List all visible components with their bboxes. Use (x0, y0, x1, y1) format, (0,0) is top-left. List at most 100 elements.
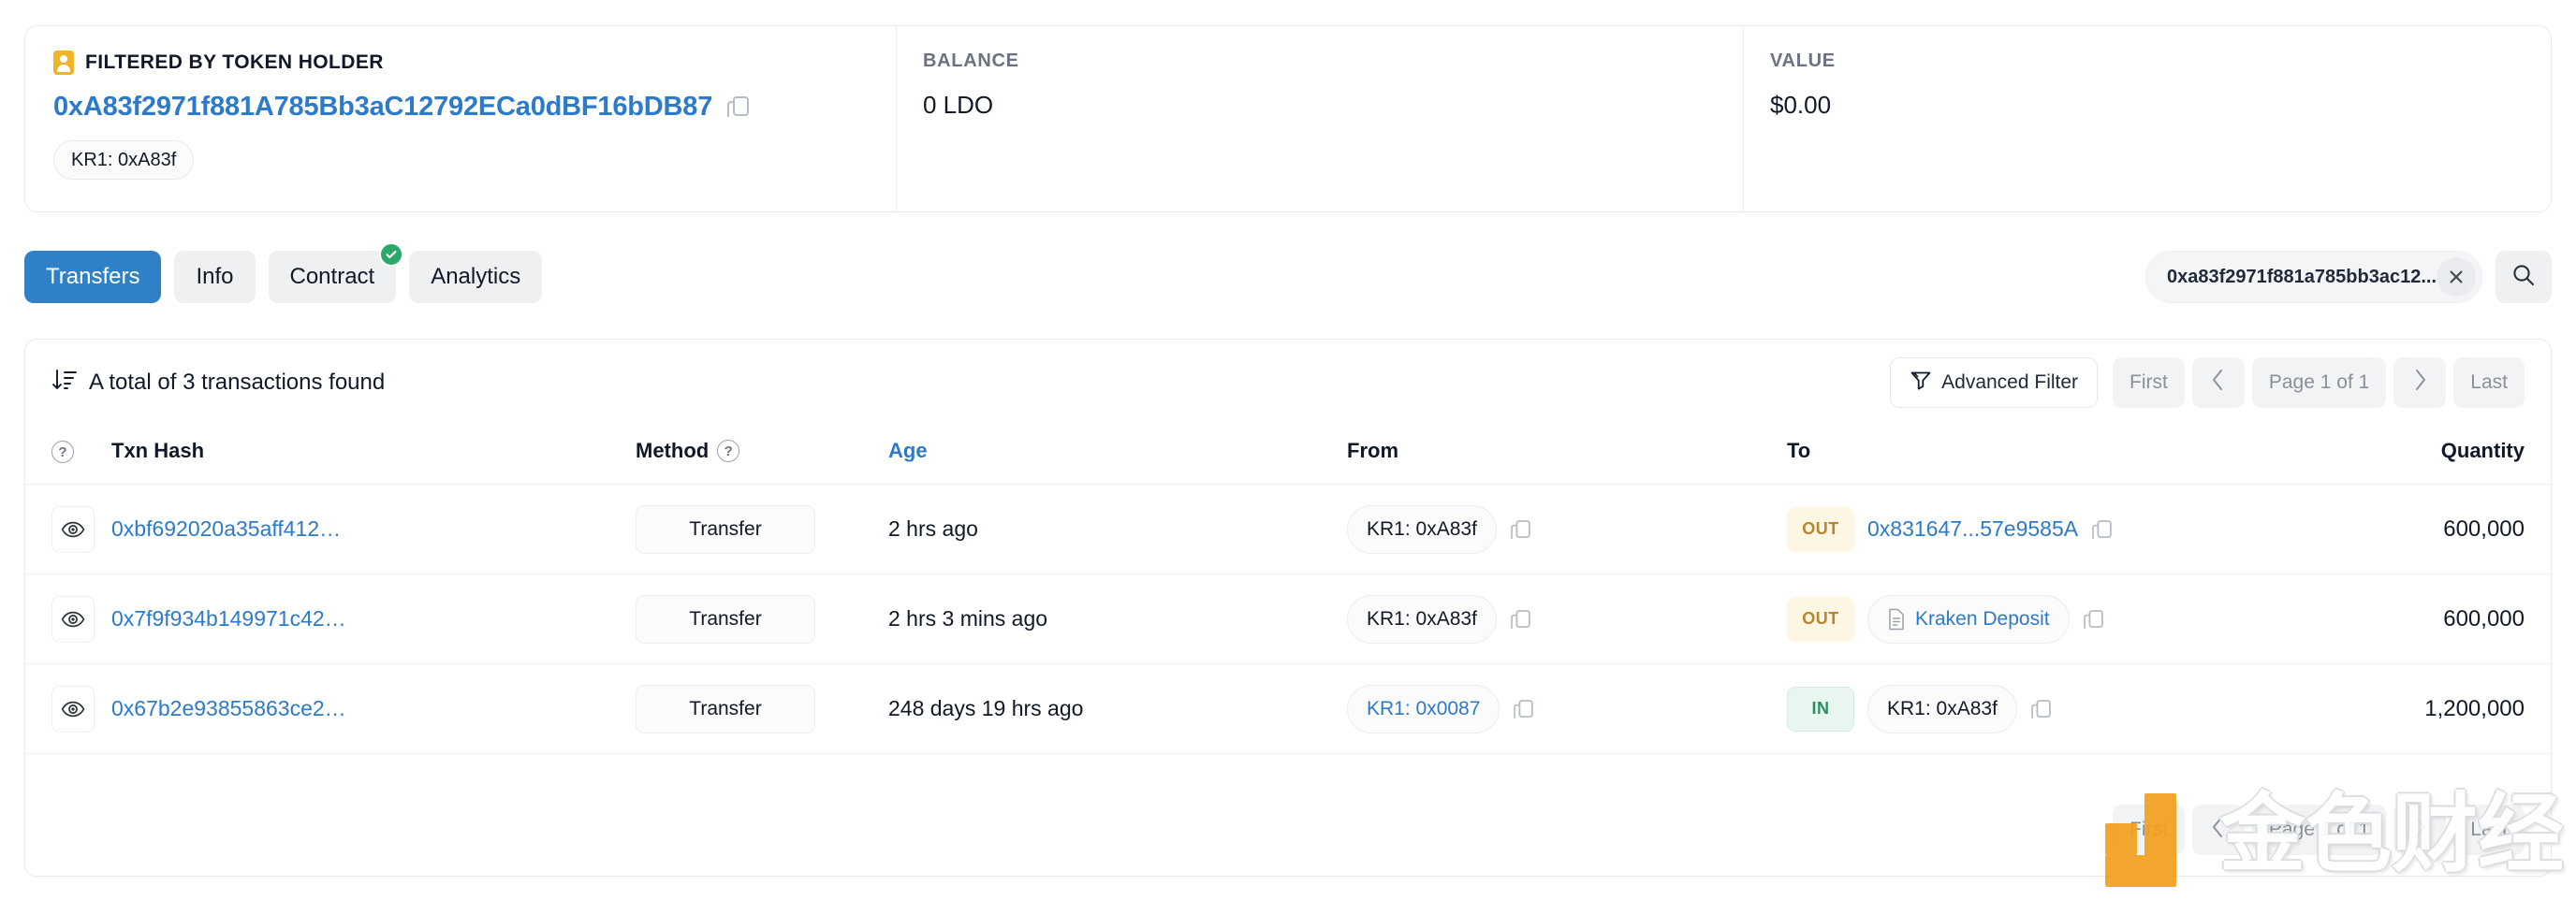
th-quantity: Quantity (2311, 426, 2551, 486)
token-holder-card: FILTERED BY TOKEN HOLDER 0xA83f2971f881A… (24, 25, 2552, 212)
tab-contract[interactable]: Contract (268, 242, 404, 303)
table-header-row: ? Txn Hash Method ? Age From To Quantity (25, 426, 2551, 486)
cell-preview (25, 484, 111, 575)
pagination-first-button[interactable]: First (2113, 357, 2185, 408)
search-input[interactable]: 0xa83f2971f881a785bb3ac12... (2145, 251, 2482, 303)
cell-age: 248 days 19 hrs ago (888, 663, 1347, 755)
bottom-pagination-prev-button[interactable] (2191, 805, 2245, 855)
direction-badge: OUT (1787, 506, 1854, 552)
to-named-entity-pill[interactable]: Kraken Deposit (1867, 594, 2070, 644)
cell-method: Transfer (636, 663, 888, 755)
quantity-value: 1,200,000 (2424, 695, 2525, 721)
txn-hash-link[interactable]: 0x67b2e93855863ce2… (111, 696, 346, 720)
eye-icon[interactable] (51, 505, 95, 553)
search-button[interactable] (2496, 251, 2552, 303)
bottom-pagination-first-label: First (2130, 819, 2168, 840)
th-method: Method ? (636, 426, 888, 486)
advanced-filter-button[interactable]: Advanced Filter (1890, 357, 2099, 408)
page-root: FILTERED BY TOKEN HOLDER 0xA83f2971f881A… (0, 0, 2576, 900)
filtered-by-label: FILTERED BY TOKEN HOLDER (85, 51, 384, 73)
copy-icon[interactable] (2031, 699, 2051, 719)
pagination-page-label: Page 1 of 1 (2268, 371, 2370, 393)
document-icon (1887, 608, 1906, 631)
holder-address-row: 0xA83f2971f881A785Bb3aC12792ECa0dBF16bDB… (53, 92, 896, 123)
method-question-mark-icon[interactable]: ? (717, 440, 740, 463)
table-body: 0xbf692020a35aff412… Transfer 2 hrs ago … (25, 484, 2551, 755)
to-address-pill[interactable]: KR1: 0xA83f (1867, 684, 2017, 733)
to-address-link[interactable]: 0x831647...57e9585A (1867, 516, 2078, 542)
cell-method: Transfer (636, 484, 888, 575)
bottom-pagination-last-button[interactable]: Last (2453, 805, 2525, 855)
bottom-pagination-page-indicator: Page 1 of 1 (2251, 805, 2387, 855)
table-toolbar: A total of 3 transactions found Advanced… (25, 340, 2551, 426)
from-address-pill[interactable]: KR1: 0x0087 (1347, 684, 1500, 733)
table-row: 0x7f9f934b149971c42… Transfer 2 hrs 3 mi… (25, 573, 2551, 665)
pagination-last-button[interactable]: Last (2453, 357, 2525, 408)
method-pill[interactable]: Transfer (636, 594, 815, 644)
pagination-group: First Page 1 of 1 Last (2113, 357, 2525, 408)
copy-icon[interactable] (2092, 519, 2112, 539)
th-txn-hash: Txn Hash (111, 426, 636, 486)
tab-analytics-label: Analytics (431, 264, 521, 289)
balance-value: 0 LDO (923, 91, 994, 119)
advanced-filter-label: Advanced Filter (1941, 371, 2079, 393)
verified-check-icon (379, 242, 404, 267)
bottom-pagination-first-button[interactable]: First (2113, 805, 2185, 855)
balance-column: BALANCE 0 LDO (896, 26, 1743, 211)
table-head: ? Txn Hash Method ? Age From To Quantity (25, 426, 2551, 486)
from-address-pill[interactable]: KR1: 0xA83f (1347, 504, 1497, 554)
holder-address-link[interactable]: 0xA83f2971f881A785Bb3aC12792ECa0dBF16bDB… (53, 92, 712, 123)
funnel-icon (1910, 370, 1932, 396)
transactions-table: ? Txn Hash Method ? Age From To Quantity (25, 426, 2551, 755)
close-icon[interactable] (2437, 257, 2476, 297)
pagination-prev-button[interactable] (2191, 357, 2245, 408)
cell-txn-hash: 0x7f9f934b149971c42… (111, 573, 636, 665)
method-pill[interactable]: Transfer (636, 504, 815, 554)
copy-icon[interactable] (1511, 609, 1530, 629)
from-address-pill[interactable]: KR1: 0xA83f (1347, 594, 1497, 644)
sort-descending-icon[interactable] (51, 368, 78, 399)
chevron-right-icon (2411, 815, 2428, 845)
txn-hash-link[interactable]: 0xbf692020a35aff412… (111, 516, 341, 541)
cell-quantity: 600,000 (2311, 573, 2551, 665)
tab-contract-label: Contract (289, 264, 375, 289)
cell-preview (25, 573, 111, 665)
tab-transfers[interactable]: Transfers (24, 251, 162, 303)
tab-transfers-label: Transfers (46, 264, 140, 289)
quantity-value: 600,000 (2443, 605, 2525, 631)
tab-analytics[interactable]: Analytics (409, 251, 543, 303)
transactions-card: A total of 3 transactions found Advanced… (24, 339, 2552, 877)
copy-icon[interactable] (2083, 609, 2103, 629)
tab-info[interactable]: Info (174, 251, 256, 303)
holder-tag-pill[interactable]: KR1: 0xA83f (53, 140, 195, 180)
cell-quantity: 600,000 (2311, 484, 2551, 575)
pagination-first-label: First (2130, 371, 2168, 393)
address-book-icon (53, 51, 74, 75)
quantity-value: 600,000 (2443, 515, 2525, 542)
pagination-next-button[interactable] (2393, 357, 2447, 408)
table-row: 0xbf692020a35aff412… Transfer 2 hrs ago … (25, 484, 2551, 575)
copy-icon[interactable] (1514, 699, 1534, 719)
copy-icon[interactable] (1511, 519, 1530, 539)
eye-icon[interactable] (51, 685, 95, 733)
txn-hash-link[interactable]: 0x7f9f934b149971c42… (111, 606, 346, 631)
cell-method: Transfer (636, 573, 888, 665)
value-label: VALUE (1770, 51, 1836, 71)
search-area: 0xa83f2971f881a785bb3ac12... (2145, 251, 2552, 303)
filtered-by-row: FILTERED BY TOKEN HOLDER (53, 51, 896, 75)
cell-txn-hash: 0x67b2e93855863ce2… (111, 663, 636, 755)
cell-age: 2 hrs 3 mins ago (888, 573, 1347, 665)
holder-column: FILTERED BY TOKEN HOLDER 0xA83f2971f881A… (25, 26, 896, 211)
pagination-last-label: Last (2470, 371, 2508, 393)
bottom-pagination-next-button[interactable] (2393, 805, 2447, 855)
tab-info-label: Info (196, 264, 234, 289)
cell-age: 2 hrs ago (888, 484, 1347, 575)
th-age[interactable]: Age (888, 426, 1347, 486)
copy-icon[interactable] (727, 95, 750, 119)
method-pill[interactable]: Transfer (636, 684, 815, 733)
bottom-pagination-last-label: Last (2470, 819, 2508, 840)
cell-from: KR1: 0x0087 (1347, 663, 1787, 755)
value-column: VALUE $0.00 (1743, 26, 2551, 211)
eye-icon[interactable] (51, 595, 95, 643)
question-mark-icon[interactable]: ? (51, 441, 74, 464)
